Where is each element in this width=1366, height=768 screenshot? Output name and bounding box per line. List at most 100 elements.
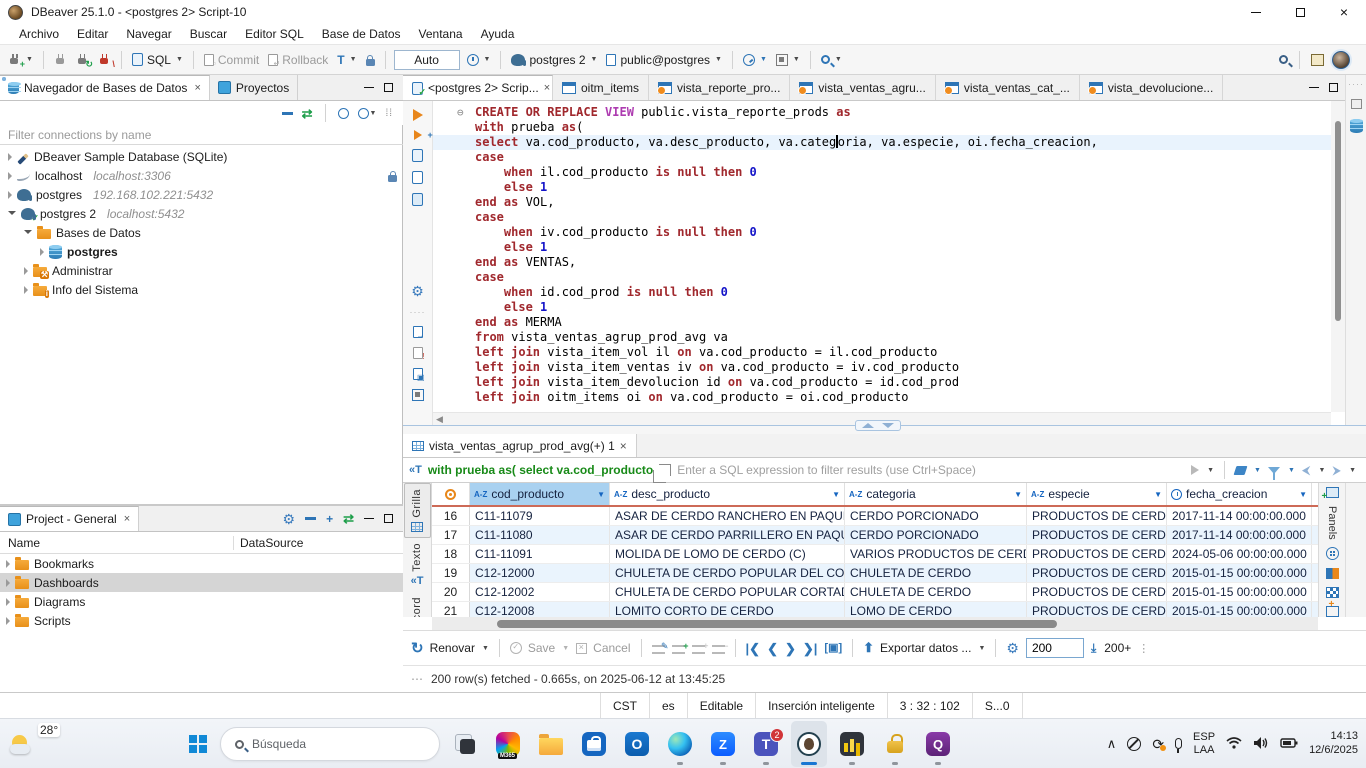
- close-tab-icon[interactable]: ×: [544, 82, 550, 94]
- active-connection-selector[interactable]: postgres 2▼: [509, 51, 599, 69]
- taskbar-app-dbeaver[interactable]: [791, 721, 827, 767]
- fetch-next-segment-button[interactable]: ⤓200+: [1091, 641, 1131, 656]
- status-segment-es[interactable]: es: [650, 693, 688, 718]
- references-panel-icon[interactable]: [1326, 587, 1339, 599]
- tab-results-grid[interactable]: vista_ventas_agrup_prod_avg(+) 1 ×: [403, 434, 637, 457]
- cell-categoria[interactable]: VARIOS PRODUCTOS DE CERDO: [845, 545, 1027, 563]
- minimize-panel-icon[interactable]: [364, 518, 374, 519]
- editor-tab-vista-ventas-cat[interactable]: vista_ventas_cat_...: [936, 75, 1080, 100]
- outline-icon[interactable]: [412, 389, 424, 401]
- dashboard-button[interactable]: ▼: [741, 52, 769, 68]
- taskbar-app-teams[interactable]: 2: [748, 721, 784, 767]
- tree-item-localhost[interactable]: localhostlocalhost:3306: [0, 166, 403, 185]
- expand-all-icon[interactable]: +: [326, 512, 333, 526]
- taskbar-app-microsoft-store[interactable]: [576, 721, 612, 767]
- restore-panel-icon[interactable]: [1351, 99, 1362, 109]
- cell-desc-producto[interactable]: ASAR DE CERDO RANCHERO EN PAQUETE: [610, 507, 845, 525]
- chevron-down-icon[interactable]: ▼: [597, 490, 605, 499]
- tree-item-info-del-sistema[interactable]: iInfo del Sistema: [0, 280, 403, 299]
- expand-filter-icon[interactable]: [659, 464, 671, 476]
- close-button[interactable]: ×: [1322, 0, 1366, 24]
- status-segment-3-32-102[interactable]: 3 : 32 : 102: [888, 693, 973, 718]
- refresh-button[interactable]: ↻Renovar▼: [411, 641, 489, 656]
- chevron-right-icon[interactable]: [8, 172, 12, 180]
- minimize-panel-icon[interactable]: [364, 87, 374, 88]
- edit-row-icon[interactable]: [652, 645, 665, 654]
- maximize-panel-icon[interactable]: [384, 83, 393, 92]
- chevron-down-icon[interactable]: ▼: [832, 490, 840, 499]
- first-page-icon[interactable]: |❮: [746, 642, 761, 655]
- close-tab-icon[interactable]: ×: [124, 513, 130, 525]
- taskbar-app-edge[interactable]: [662, 721, 698, 767]
- editor-results-splitter[interactable]: [403, 425, 1366, 434]
- cell-especie[interactable]: PRODUCTOS DE CERDO: [1027, 602, 1167, 617]
- add-row-icon[interactable]: [672, 645, 685, 654]
- cell-categoria[interactable]: CHULETA DE CERDO: [845, 583, 1027, 601]
- new-connection-button[interactable]: +▼: [6, 51, 35, 68]
- fold-collapse-icon[interactable]: ⊖: [457, 105, 464, 120]
- cell-fecha-creacion[interactable]: 2017-11-14 00:00:00.000: [1167, 526, 1312, 544]
- scrollbar-thumb[interactable]: [1335, 121, 1341, 321]
- connection-filter-input[interactable]: Filter connections by name: [0, 125, 403, 145]
- chevron-down-icon[interactable]: ▼: [1014, 490, 1022, 499]
- menu-navegar[interactable]: Navegar: [117, 25, 180, 43]
- global-search-icon[interactable]: [1279, 55, 1288, 64]
- connect-button[interactable]: [52, 51, 69, 68]
- tree-item-dbeaver-sample-database-sqlite[interactable]: DBeaver Sample Database (SQLite): [0, 147, 403, 166]
- cell-desc-producto[interactable]: CHULETA DE CERDO POPULAR DEL CORRA: [610, 564, 845, 582]
- cell-cod-producto[interactable]: C12-12008: [470, 602, 610, 617]
- delete-row-icon[interactable]: [712, 645, 725, 654]
- row-number[interactable]: 21: [432, 602, 470, 617]
- cell-cod-producto[interactable]: C12-12002: [470, 583, 610, 601]
- column-header-cod-producto[interactable]: A-Zcod_producto▼: [470, 483, 610, 505]
- close-tab-icon[interactable]: ×: [620, 439, 627, 453]
- splitter-control[interactable]: [855, 420, 901, 431]
- taskbar-app-outlook[interactable]: [619, 721, 655, 767]
- editor-tab-postgres-2-scrip[interactable]: ✓<postgres 2> Scrip...×: [403, 75, 553, 100]
- chevron-down-icon[interactable]: ▼: [1154, 490, 1162, 499]
- battery-icon[interactable]: [1280, 737, 1298, 752]
- cell-categoria[interactable]: CHULETA DE CERDO: [845, 564, 1027, 582]
- tray-overflow-chevron-icon[interactable]: ∧: [1107, 736, 1117, 752]
- collapse-up-icon[interactable]: [862, 423, 874, 428]
- column-datasource[interactable]: DataSource: [234, 536, 303, 550]
- cell-desc-producto[interactable]: MOLIDA DE LOMO DE CERDO (C): [610, 545, 845, 563]
- column-header-categoria[interactable]: A-Zcategoria▼: [845, 483, 1027, 505]
- fetch-size-value[interactable]: [1032, 641, 1083, 655]
- minimize-button[interactable]: [1234, 0, 1278, 24]
- cell-desc-producto[interactable]: ASAR DE CERDO PARRILLERO EN PAQUETE: [610, 526, 845, 544]
- error-doc-icon[interactable]: !: [413, 347, 423, 359]
- maximize-button[interactable]: [1278, 0, 1322, 24]
- disconnect-button[interactable]: \: [96, 51, 113, 68]
- cell-especie[interactable]: PRODUCTOS DE CERDO: [1027, 545, 1167, 563]
- cell-especie[interactable]: PRODUCTOS DE CERDO: [1027, 564, 1167, 582]
- cell-fecha-creacion[interactable]: 2017-11-14 00:00:00.000: [1167, 507, 1312, 525]
- cell-desc-producto[interactable]: CHULETA DE CERDO POPULAR CORTADA: [610, 583, 845, 601]
- maximize-panel-icon[interactable]: [384, 514, 393, 523]
- previous-page-icon[interactable]: ❮: [767, 642, 778, 655]
- wifi-icon[interactable]: [1226, 736, 1242, 753]
- project-item-scripts[interactable]: Scripts: [0, 611, 403, 630]
- tree-item-postgres[interactable]: postgres192.168.102.221:5432: [0, 185, 403, 204]
- chevron-right-icon[interactable]: [6, 617, 10, 625]
- grid-settings-gear-icon[interactable]: ⚙: [1006, 641, 1019, 655]
- clear-filter-icon[interactable]: [1234, 466, 1248, 475]
- table-row[interactable]: 21C12-12008LOMITO CORTO DE CERDOLOMO DE …: [432, 602, 1318, 617]
- tree-item-postgres[interactable]: postgres: [0, 242, 403, 261]
- table-row[interactable]: 19C12-12000CHULETA DE CERDO POPULAR DEL …: [432, 564, 1318, 583]
- last-page-icon[interactable]: ❯|: [803, 642, 818, 655]
- row-number[interactable]: 17: [432, 526, 470, 544]
- value-viewer-icon[interactable]: [1326, 547, 1339, 560]
- menu-archivo[interactable]: Archivo: [10, 25, 68, 43]
- history-forward-icon[interactable]: ⮞: [1332, 464, 1341, 476]
- calc-panel-icon[interactable]: [1326, 606, 1339, 617]
- editor-tab-vista-ventas-agru[interactable]: vista_ventas_agru...: [790, 75, 935, 100]
- connect-menu[interactable]: ▼: [358, 108, 377, 119]
- export-doc-icon[interactable]: ▣: [413, 368, 423, 380]
- link-icon[interactable]: ⇄: [343, 512, 354, 525]
- status-segment-s-0[interactable]: S...0: [973, 693, 1023, 718]
- language-indicator[interactable]: ESP LAA: [1193, 731, 1215, 756]
- project-item-diagrams[interactable]: Diagrams: [0, 592, 403, 611]
- cell-cod-producto[interactable]: C12-12000: [470, 564, 610, 582]
- export-data-button[interactable]: ⬆Exportar datos ...▼: [863, 640, 985, 656]
